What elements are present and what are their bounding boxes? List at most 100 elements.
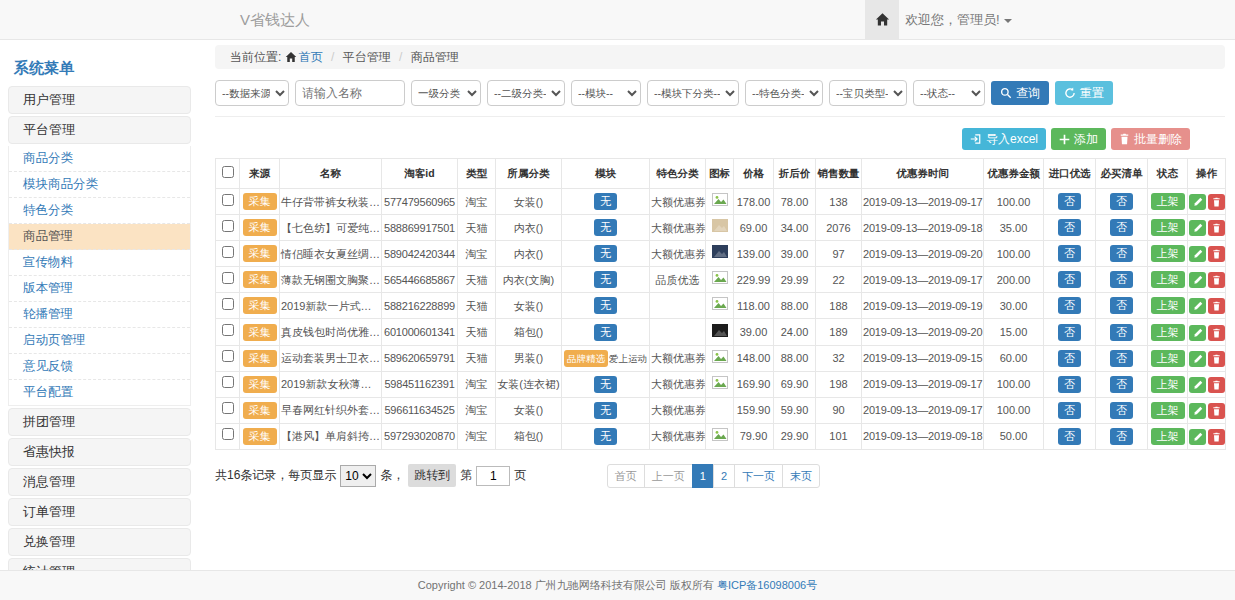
cell-taoke-id: 589042420344 xyxy=(382,241,458,267)
page-number-input[interactable] xyxy=(476,466,510,486)
cell-coupon-time: 2019-09-13—2019-09-15 xyxy=(862,345,984,371)
edit-button[interactable] xyxy=(1189,194,1206,210)
breadcrumb-level2[interactable]: 商品管理 xyxy=(411,50,459,64)
cell-must-buy: 否 xyxy=(1096,293,1148,319)
breadcrumb-level1[interactable]: 平台管理 xyxy=(343,50,391,64)
row-checkbox[interactable] xyxy=(222,272,234,284)
sidebar-subitem[interactable]: 意见反馈 xyxy=(9,354,190,380)
delete-button[interactable] xyxy=(1208,403,1225,419)
sidebar-section[interactable]: 消息管理 xyxy=(8,468,191,496)
sidebar-section[interactable]: 兑换管理 xyxy=(8,528,191,556)
delete-button[interactable] xyxy=(1208,351,1225,367)
edit-button[interactable] xyxy=(1189,325,1206,341)
select-all-checkbox[interactable] xyxy=(222,166,234,178)
edit-button[interactable] xyxy=(1189,377,1206,393)
table-row: 采集真皮钱包时尚优雅女士...601000601341天猫箱包()无39.002… xyxy=(216,319,1226,345)
footer: Copyright © 2014-2018 广州九驰网络科技有限公司 版权所有 … xyxy=(0,570,1235,600)
edit-button[interactable] xyxy=(1189,272,1206,288)
cell-feature-category: 大额优惠券 xyxy=(650,423,706,449)
delete-button[interactable] xyxy=(1208,272,1225,288)
edit-button[interactable] xyxy=(1189,246,1206,262)
row-checkbox[interactable] xyxy=(222,376,234,388)
delete-button[interactable] xyxy=(1208,298,1225,314)
row-checkbox[interactable] xyxy=(222,428,234,440)
sidebar-section[interactable]: 省惠快报 xyxy=(8,438,191,466)
per-page-select[interactable]: 10 xyxy=(340,465,376,487)
cell-product-name: 2019新款一片式系... xyxy=(280,293,382,319)
sidebar-subitem[interactable]: 启动页管理 xyxy=(9,328,190,354)
delete-button[interactable] xyxy=(1208,429,1225,445)
table-row: 采集情侣睡衣女夏丝绸男士...589042420344淘宝内衣()无大额优惠券1… xyxy=(216,241,1226,267)
filter-select[interactable]: --特色分类-- xyxy=(745,80,823,106)
delete-button[interactable] xyxy=(1208,325,1225,341)
filter-select[interactable]: --数据来源-- xyxy=(215,80,289,106)
cell-status: 上架 xyxy=(1148,293,1188,319)
filter-select[interactable]: 一级分类 xyxy=(411,80,481,106)
sidebar-section[interactable]: 订单管理 xyxy=(8,498,191,526)
sidebar-section[interactable]: 拼团管理 xyxy=(8,408,191,436)
cell-must-buy: 否 xyxy=(1096,319,1148,345)
jump-button[interactable]: 跳转到 xyxy=(408,464,456,487)
sidebar-section[interactable]: 用户管理 xyxy=(8,86,191,114)
filter-select[interactable]: --模块下分类-- xyxy=(647,80,739,106)
cell-discount-price: 59.90 xyxy=(774,397,816,423)
sidebar-subitem[interactable]: 平台配置 xyxy=(9,380,190,405)
page-button[interactable]: 末页 xyxy=(782,464,820,488)
sidebar-subitem[interactable]: 版本管理 xyxy=(9,276,190,302)
sidebar-subitem[interactable]: 商品分类 xyxy=(9,146,190,172)
delete-button[interactable] xyxy=(1208,194,1225,210)
cell-coupon-time: 2019-09-13—2019-09-20 xyxy=(862,241,984,267)
sidebar-subitem[interactable]: 商品管理 xyxy=(9,224,190,250)
row-checkbox[interactable] xyxy=(222,298,234,310)
edit-button[interactable] xyxy=(1189,403,1206,419)
icp-link[interactable]: 粤ICP备16098006号 xyxy=(717,578,817,593)
row-checkbox[interactable] xyxy=(222,402,234,414)
batch-delete-button[interactable]: 批量删除 xyxy=(1111,128,1190,150)
cell-source: 采集 xyxy=(240,319,280,345)
edit-icon xyxy=(1193,197,1203,207)
page-button[interactable]: 下一页 xyxy=(734,464,783,488)
filter-select[interactable]: --二级分类-- xyxy=(487,80,565,106)
edit-button[interactable] xyxy=(1189,351,1206,367)
page-button[interactable]: 1 xyxy=(692,464,714,488)
breadcrumb-home[interactable]: 首页 xyxy=(299,50,323,64)
page-button[interactable]: 2 xyxy=(713,464,735,488)
filter-select[interactable]: --状态-- xyxy=(913,80,985,106)
delete-button[interactable] xyxy=(1208,220,1225,236)
edit-button[interactable] xyxy=(1189,429,1206,445)
row-checkbox[interactable] xyxy=(222,324,234,336)
cell-sales-count: 101 xyxy=(816,423,862,449)
cell-must-buy: 否 xyxy=(1096,241,1148,267)
edit-button[interactable] xyxy=(1189,298,1206,314)
filter-select[interactable]: --宝贝类型-- xyxy=(829,80,907,106)
sidebar-section[interactable]: 平台管理 xyxy=(8,116,191,144)
cell-price: 118.00 xyxy=(734,293,774,319)
cell-taoke-id: 597293020870 xyxy=(382,423,458,449)
cell-status: 上架 xyxy=(1148,397,1188,423)
reset-button[interactable]: 重置 xyxy=(1055,81,1113,105)
sidebar-subitem[interactable]: 模块商品分类 xyxy=(9,172,190,198)
row-checkbox[interactable] xyxy=(222,350,234,362)
import-excel-button[interactable]: 导入excel xyxy=(962,128,1046,150)
delete-button[interactable] xyxy=(1208,246,1225,262)
row-checkbox[interactable] xyxy=(222,220,234,232)
cell-source: 采集 xyxy=(240,423,280,449)
search-button[interactable]: 查询 xyxy=(991,81,1049,105)
row-checkbox[interactable] xyxy=(222,246,234,258)
edit-button[interactable] xyxy=(1189,220,1206,236)
sidebar-subitem[interactable]: 宣传物料 xyxy=(9,250,190,276)
delete-button[interactable] xyxy=(1208,377,1225,393)
home-button[interactable] xyxy=(865,0,899,39)
sidebar-subitem[interactable]: 特色分类 xyxy=(9,198,190,224)
name-search-input[interactable] xyxy=(295,80,405,106)
cell-sales-count: 189 xyxy=(816,319,862,345)
cell-module: 无 xyxy=(562,241,650,267)
cell-module: 无 xyxy=(562,293,650,319)
add-button[interactable]: 添加 xyxy=(1051,128,1106,150)
cell-source: 采集 xyxy=(240,345,280,371)
welcome-user[interactable]: 欢迎您，管理员! xyxy=(905,0,1012,40)
sidebar-subitem[interactable]: 轮播管理 xyxy=(9,302,190,328)
filter-select[interactable]: --模块-- xyxy=(571,80,641,106)
cell-status: 上架 xyxy=(1148,215,1188,241)
row-checkbox[interactable] xyxy=(222,194,234,206)
